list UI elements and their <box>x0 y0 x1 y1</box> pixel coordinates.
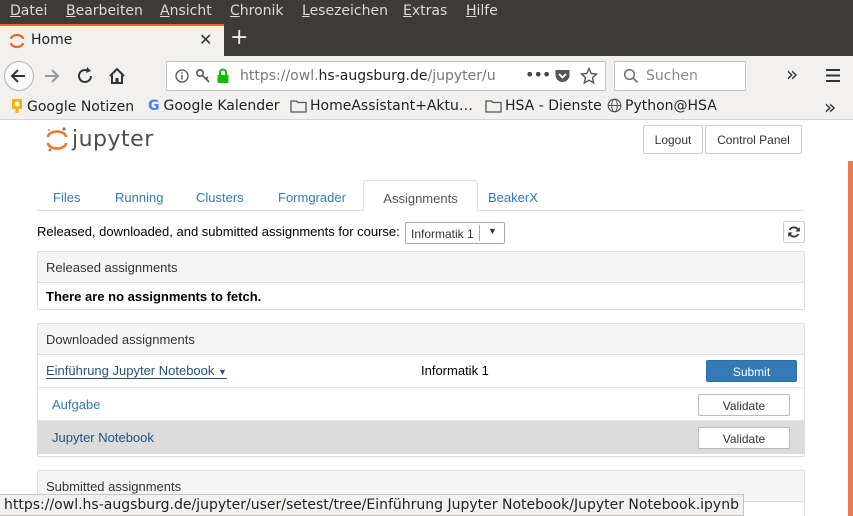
tab-files[interactable]: Files <box>53 190 80 205</box>
bookmark-label: HomeAssistant+Aktu… <box>310 98 473 114</box>
menu-extras[interactable]: Extras <box>403 3 447 19</box>
browser-tab-home[interactable]: Home ✕ <box>0 24 224 56</box>
new-tab-icon[interactable]: + <box>230 25 248 50</box>
home-icon[interactable] <box>106 65 128 87</box>
course-label: Released, downloaded, and submitted assi… <box>37 224 400 239</box>
menu-datei[interactable]: Datei <box>10 3 47 19</box>
menu-chronik[interactable]: Chronik <box>230 3 284 19</box>
search-icon <box>623 68 639 84</box>
link-status-bar: https://owl.hs-augsburg.de/jupyter/user/… <box>0 494 744 516</box>
reload-icon[interactable] <box>75 66 97 86</box>
url-bar[interactable]: https://owl.hs-augsburg.de/jupyter/u ••• <box>166 61 606 91</box>
url-text: https://owl.hs-augsburg.de/jupyter/u <box>240 68 496 84</box>
navigation-bar: https://owl.hs-augsburg.de/jupyter/u •••… <box>0 56 853 96</box>
released-assignments-panel: Released assignments There are no assign… <box>37 251 805 310</box>
bookmark-label: HSA - Dienste <box>505 98 602 114</box>
control-panel-button[interactable]: Control Panel <box>705 125 802 154</box>
bookmark-python-hsa[interactable]: Python@HSA <box>607 98 717 114</box>
panel-heading: Released assignments <box>38 252 804 283</box>
chevron-down-icon: ▼ <box>488 226 497 236</box>
bookmark-label: Google Notizen <box>27 99 135 115</box>
bookmark-label: Python@HSA <box>625 98 717 114</box>
page-actions-icon[interactable]: ••• <box>525 65 551 84</box>
menu-lesezeichen[interactable]: Lesezeichen <box>302 3 388 19</box>
menu-hilfe[interactable]: Hilfe <box>466 3 498 19</box>
submit-button[interactable]: Submit <box>706 360 797 382</box>
refresh-button[interactable] <box>783 221 805 243</box>
panel-heading: Downloaded assignments <box>38 324 804 355</box>
tab-beakerx[interactable]: BeakerX <box>488 190 538 205</box>
downloaded-assignments-panel: Downloaded assignments Einführung Jupyte… <box>37 323 805 457</box>
course-select-value: Informatik 1 <box>411 227 474 241</box>
jupyter-logo-icon <box>46 127 68 152</box>
jupyter-logo[interactable]: jupyter <box>46 125 153 159</box>
tab-close-icon[interactable]: ✕ <box>199 30 212 49</box>
assignment-name: Einführung Jupyter Notebook <box>46 363 215 378</box>
bookmark-label: Google Kalender <box>163 98 280 114</box>
hamburger-menu-icon[interactable] <box>826 69 840 82</box>
forward-arrow-icon[interactable] <box>41 66 63 86</box>
file-row: Jupyter Notebook Validate <box>38 421 804 454</box>
bookmarks-overflow-chevron-icon[interactable]: » <box>824 95 836 119</box>
assignment-row: Einführung Jupyter Notebook ▼ Informatik… <box>38 355 804 388</box>
caret-down-icon: ▼ <box>218 367 227 377</box>
search-placeholder: Suchen <box>646 68 698 84</box>
folder-icon <box>290 100 307 113</box>
refresh-icon <box>788 226 800 238</box>
tab-assignments[interactable]: Assignments <box>363 180 478 211</box>
tab-clusters[interactable]: Clusters <box>196 190 244 205</box>
jupyter-favicon-icon <box>9 33 25 49</box>
bookmark-google-kalender[interactable]: G Google Kalender <box>148 98 279 114</box>
bookmark-folder-homeassistant[interactable]: HomeAssistant+Aktu… <box>290 98 473 114</box>
bookmarks-toolbar: Google Notizen G Google Kalender HomeAssi… <box>0 95 853 120</box>
assignment-course: Informatik 1 <box>421 363 489 378</box>
logout-button[interactable]: Logout <box>643 125 703 154</box>
key-icon[interactable] <box>195 68 211 84</box>
validate-button[interactable]: Validate <box>698 427 790 449</box>
globe-icon <box>607 98 622 113</box>
info-icon[interactable] <box>175 69 189 83</box>
jupyter-logo-text: jupyter <box>72 127 154 152</box>
menu-bearbeiten[interactable]: Bearbeiten <box>66 3 143 19</box>
tab-title: Home <box>31 32 73 48</box>
menubar: Datei Bearbeiten Ansicht Chronik Lesezei… <box>0 0 853 24</box>
bookmark-google-notizen[interactable]: Google Notizen <box>10 98 134 115</box>
jupyter-tabs: Files Running Clusters Formgrader Assign… <box>37 180 805 211</box>
tab-running[interactable]: Running <box>115 190 163 205</box>
pocket-icon[interactable] <box>554 68 571 84</box>
tab-strip: Home ✕ + <box>0 24 853 56</box>
tab-formgrader[interactable]: Formgrader <box>278 190 346 205</box>
bookmark-folder-hsa-dienste[interactable]: HSA - Dienste <box>485 98 602 114</box>
assignment-toggle-link[interactable]: Einführung Jupyter Notebook ▼ <box>46 363 227 379</box>
bookmark-star-icon[interactable] <box>580 67 598 85</box>
empty-message: There are no assignments to fetch. <box>46 289 262 304</box>
validate-button[interactable]: Validate <box>698 394 790 416</box>
select-divider <box>479 225 480 241</box>
overflow-chevron-icon[interactable]: » <box>786 62 798 86</box>
file-link-jupyter-notebook[interactable]: Jupyter Notebook <box>52 430 154 445</box>
file-row: Aufgabe Validate <box>38 388 804 421</box>
search-bar[interactable]: Suchen <box>614 61 746 91</box>
menu-ansicht[interactable]: Ansicht <box>160 3 212 19</box>
lightbulb-icon <box>12 99 22 113</box>
google-icon: G <box>148 98 160 114</box>
file-link-aufgabe[interactable]: Aufgabe <box>52 397 100 412</box>
back-arrow-icon <box>10 69 25 83</box>
page-scrollbar[interactable] <box>848 161 853 516</box>
folder-icon <box>485 100 502 113</box>
jupyter-page: jupyter Logout Control Panel Files Runni… <box>0 121 853 516</box>
course-select[interactable]: Informatik 1 ▼ <box>405 222 505 244</box>
back-button[interactable] <box>4 61 34 91</box>
lock-icon[interactable] <box>216 68 230 84</box>
